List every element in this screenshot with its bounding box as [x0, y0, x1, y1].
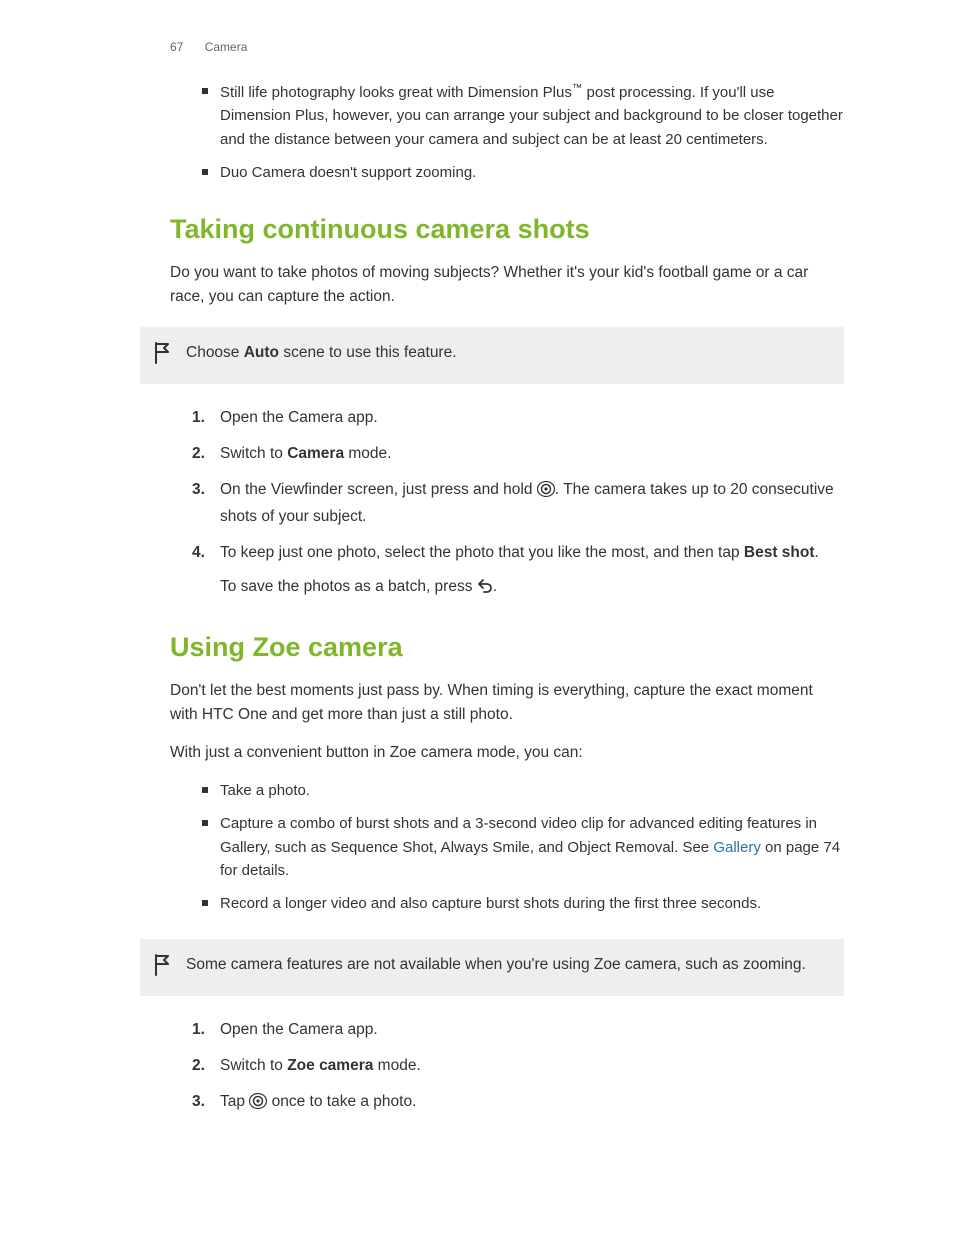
- note-text: Choose Auto scene to use this feature.: [186, 341, 457, 364]
- shutter-icon: [537, 481, 555, 505]
- step-item: Switch to Camera mode.: [192, 442, 844, 466]
- list-item: Record a longer video and also capture b…: [220, 892, 844, 915]
- step-item: To keep just one photo, select the photo…: [192, 541, 844, 602]
- flag-icon: [154, 341, 172, 370]
- page: 67 Camera Still life photography looks g…: [0, 0, 954, 1197]
- list-item: Still life photography looks great with …: [220, 80, 844, 151]
- page-header: 67 Camera: [170, 40, 844, 54]
- list-item: Take a photo.: [220, 779, 844, 802]
- step-item: On the Viewfinder screen, just press and…: [192, 478, 844, 529]
- note-text: Some camera features are not available w…: [186, 953, 806, 976]
- note-zoe-limitations: Some camera features are not available w…: [140, 939, 844, 996]
- step-item: Open the Camera app.: [192, 406, 844, 430]
- page-number: 67: [170, 40, 183, 54]
- steps-zoe-camera: Open the Camera app. Switch to Zoe camer…: [192, 1018, 844, 1117]
- section-heading-zoe-camera: Using Zoe camera: [170, 632, 844, 663]
- step-item: Switch to Zoe camera mode.: [192, 1054, 844, 1078]
- note-auto-scene: Choose Auto scene to use this feature.: [140, 327, 844, 384]
- section-heading-continuous-shots: Taking continuous camera shots: [170, 214, 844, 245]
- intro-bullet-list: Still life photography looks great with …: [220, 80, 844, 184]
- list-item: Duo Camera doesn't support zooming.: [220, 161, 844, 184]
- back-icon: [477, 578, 493, 602]
- flag-icon: [154, 953, 172, 982]
- link-gallery[interactable]: Gallery: [713, 839, 761, 856]
- page-section-label: Camera: [205, 40, 248, 54]
- steps-continuous-shots: Open the Camera app. Switch to Camera mo…: [192, 406, 844, 602]
- section2-p1: Don't let the best moments just pass by.…: [170, 679, 844, 727]
- list-item: Capture a combo of burst shots and a 3-s…: [220, 812, 844, 882]
- step-substep: To save the photos as a batch, press .: [220, 575, 844, 602]
- step-item: Tap once to take a photo.: [192, 1090, 844, 1117]
- shutter-icon: [249, 1093, 267, 1117]
- section1-intro: Do you want to take photos of moving sub…: [170, 261, 844, 309]
- section2-p2: With just a convenient button in Zoe cam…: [170, 741, 844, 765]
- zoe-bullet-list: Take a photo. Capture a combo of burst s…: [220, 779, 844, 915]
- step-item: Open the Camera app.: [192, 1018, 844, 1042]
